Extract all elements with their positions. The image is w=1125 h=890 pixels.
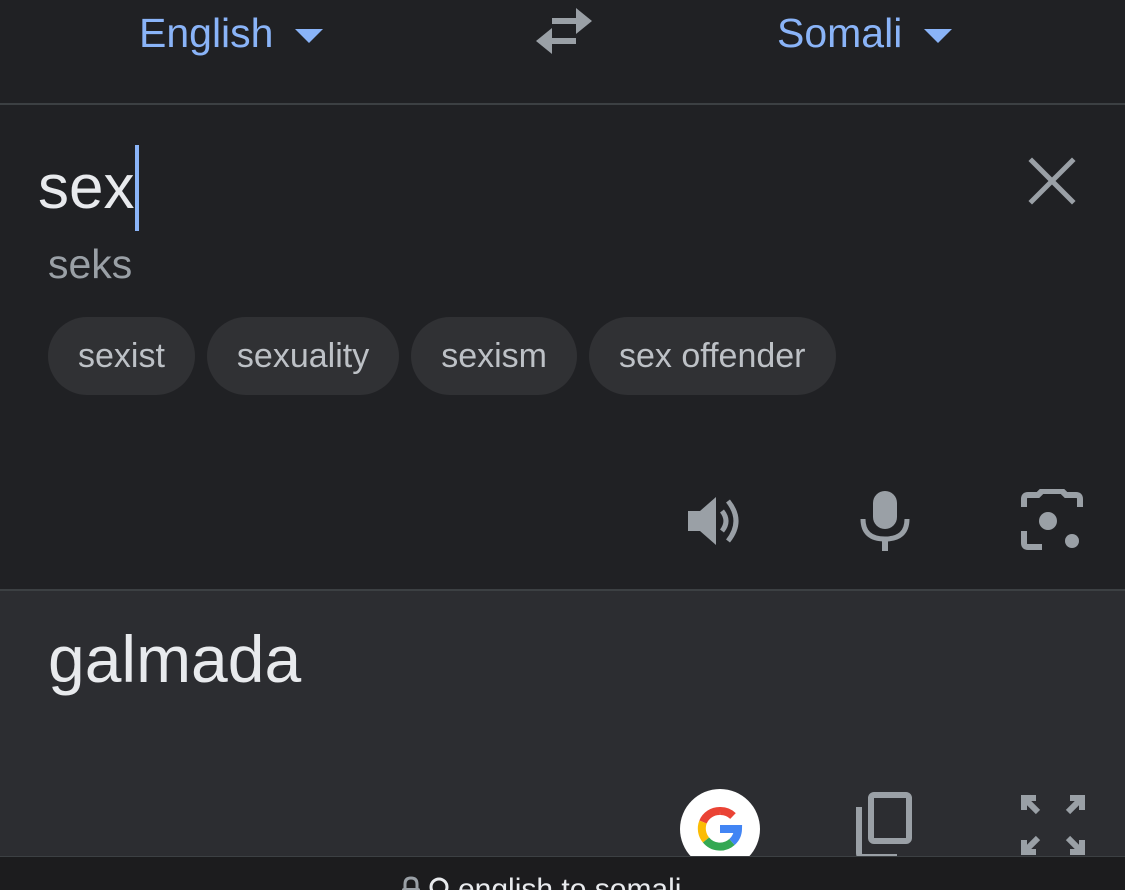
suggestion-chip[interactable]: sex offender (589, 317, 836, 395)
source-text-input[interactable]: sex (38, 145, 140, 231)
copy-icon (856, 792, 912, 860)
target-language-button[interactable]: Somali (777, 8, 953, 58)
camera-icon (1021, 488, 1083, 550)
chevron-down-icon (924, 29, 953, 43)
source-text: sex (38, 153, 135, 222)
search-icon (429, 877, 449, 890)
browser-address-bar[interactable]: english to somali (0, 856, 1125, 890)
voice-input-button[interactable] (853, 489, 917, 553)
input-panel: sex seks sexist sexuality sexism sex off… (0, 105, 1125, 589)
clear-button[interactable] (1026, 155, 1078, 207)
suggestion-chip[interactable]: sexist (48, 317, 195, 395)
target-language-label: Somali (777, 9, 903, 56)
text-cursor (135, 145, 140, 231)
fullscreen-button[interactable] (1020, 794, 1086, 856)
lock-icon (402, 876, 420, 890)
mic-icon (860, 491, 910, 551)
source-language-button[interactable]: English (139, 8, 324, 58)
suggestion-chip[interactable]: sexuality (206, 317, 400, 395)
camera-button[interactable] (1020, 488, 1084, 553)
swap-icon (536, 8, 592, 54)
fullscreen-icon (1021, 795, 1085, 855)
copy-button[interactable] (853, 791, 915, 861)
speaker-icon (688, 497, 739, 545)
address-text: english to somali (458, 873, 682, 890)
swap-languages-button[interactable] (532, 8, 596, 56)
suggestion-chip[interactable]: sexism (411, 317, 577, 395)
chevron-down-icon (295, 29, 324, 43)
output-panel: galmada (0, 591, 1125, 869)
translation-text: galmada (48, 622, 302, 696)
listen-button[interactable] (684, 489, 748, 553)
language-bar: English Somali (0, 0, 1125, 103)
translate-page: English Somali sex seks sexist sexuality… (0, 0, 1125, 890)
suggestion-chips: sexist sexuality sexism sex offender (48, 317, 836, 395)
source-language-label: English (139, 9, 274, 56)
address-bar-content: english to somali (400, 873, 681, 890)
transliteration: seks (48, 241, 133, 287)
clear-icon (1028, 157, 1076, 205)
